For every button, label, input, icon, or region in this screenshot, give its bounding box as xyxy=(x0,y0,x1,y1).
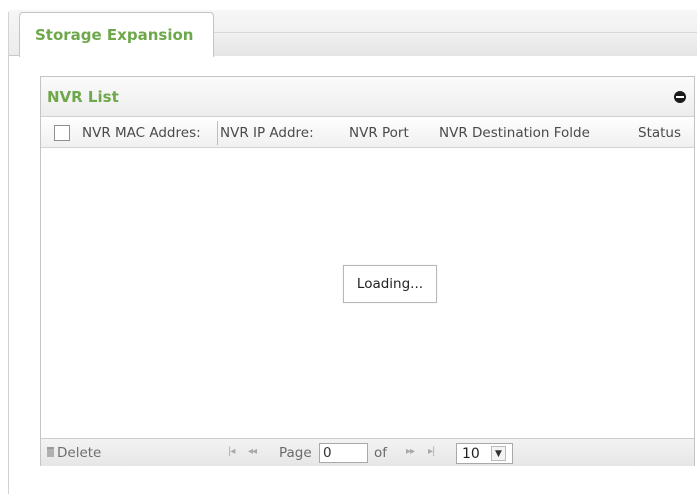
tab-label: Storage Expansion xyxy=(35,26,194,44)
tab-storage-expansion[interactable]: Storage Expansion xyxy=(19,12,214,57)
column-divider[interactable] xyxy=(217,121,218,145)
column-nvr-port[interactable]: NVR Port xyxy=(349,118,429,148)
page-number-input[interactable] xyxy=(319,443,368,463)
trash-icon[interactable] xyxy=(47,447,54,457)
delete-button[interactable]: Delete xyxy=(57,445,101,461)
page: Storage Expansion NVR List NVR MAC Addre… xyxy=(0,0,697,494)
next-page-icon[interactable]: ▸▸ xyxy=(406,446,415,457)
collapse-circle-icon[interactable] xyxy=(674,91,686,103)
pager-toolbar: Delete |◂ ◂◂ Page of ▸▸ ▸| 10 ▼ xyxy=(41,438,694,466)
nvr-list-panel: NVR List NVR MAC Addres: NVR IP Addre: N… xyxy=(40,76,695,466)
column-nvr-ip-address[interactable]: NVR IP Addre: xyxy=(220,118,330,148)
panel-header: NVR List xyxy=(41,77,694,117)
first-page-icon[interactable]: |◂ xyxy=(228,446,235,457)
page-label: Page xyxy=(279,445,312,461)
page-size-value: 10 xyxy=(462,445,480,462)
of-label: of xyxy=(374,445,388,461)
prev-page-icon[interactable]: ◂◂ xyxy=(248,446,257,457)
column-status[interactable]: Status xyxy=(638,118,693,148)
column-nvr-destination-folder[interactable]: NVR Destination Folde xyxy=(439,118,627,148)
select-all-checkbox[interactable] xyxy=(54,125,70,141)
chevron-down-icon[interactable]: ▼ xyxy=(491,446,506,461)
tab-strip-background xyxy=(214,32,697,56)
frame-border xyxy=(8,12,9,494)
page-size-select[interactable]: 10 ▼ xyxy=(456,443,513,464)
loading-indicator: Loading... xyxy=(343,265,437,303)
last-page-icon[interactable]: ▸| xyxy=(428,446,435,457)
column-nvr-mac-address[interactable]: NVR MAC Addres: xyxy=(82,118,216,148)
panel-title: NVR List xyxy=(47,87,119,106)
grid-column-header: NVR MAC Addres: NVR IP Addre: NVR Port N… xyxy=(41,118,694,148)
